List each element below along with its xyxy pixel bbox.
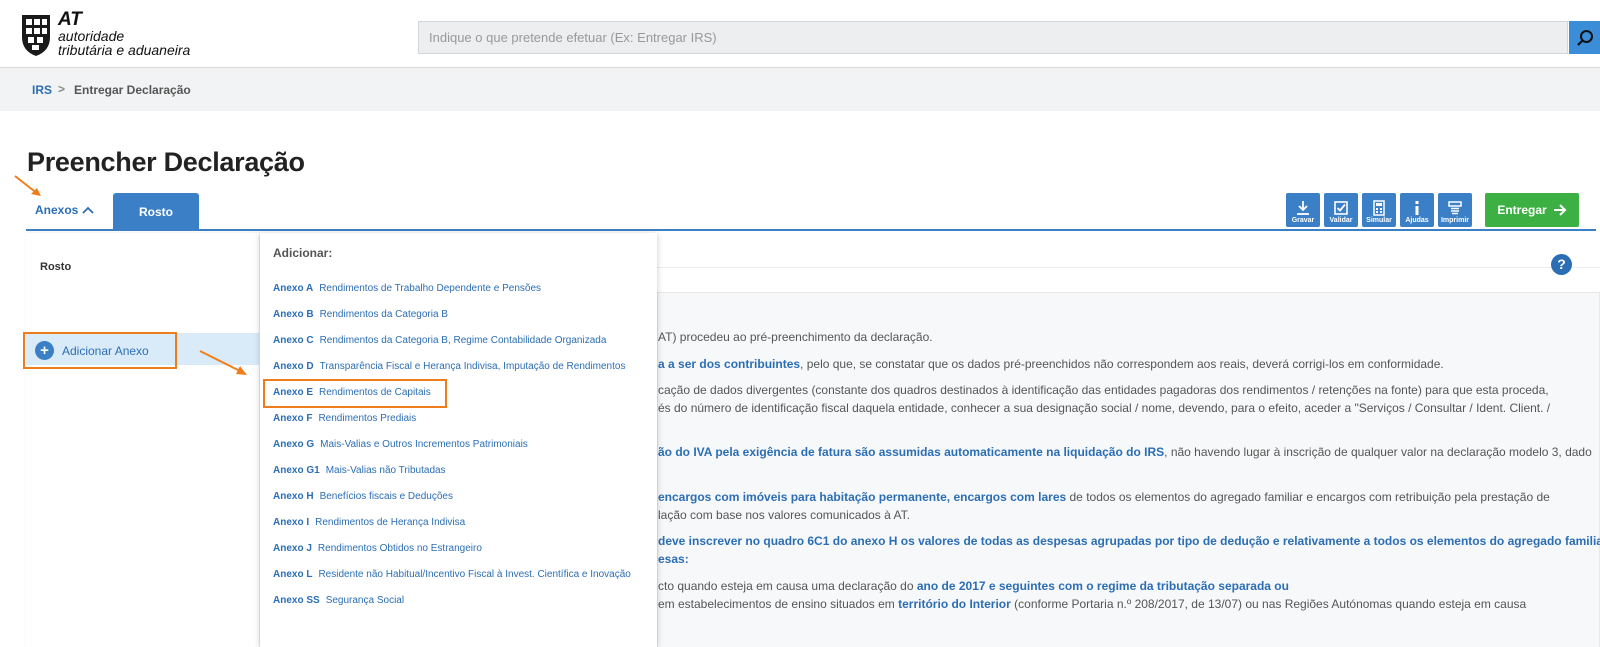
imprimir-label: Imprimir xyxy=(1440,217,1469,224)
simular-label: Simular xyxy=(1366,217,1392,224)
help-button[interactable]: ? xyxy=(1551,254,1572,275)
annex-option-ss[interactable]: Anexo SS Segurança Social xyxy=(273,595,404,606)
anexos-toggle[interactable]: Anexos xyxy=(35,203,94,217)
info-line: esas: xyxy=(658,552,689,566)
chevron-up-icon xyxy=(82,206,94,214)
at-emblem-icon xyxy=(22,15,50,56)
logo-line-3: tributária e aduaneira xyxy=(58,42,191,58)
logo-line-2: autoridade xyxy=(58,28,125,44)
tab-rosto[interactable]: Rosto xyxy=(113,193,199,231)
toolbar: Gravar Validar Simular Ajudas Imprimir xyxy=(1286,193,1472,227)
download-icon xyxy=(1297,201,1309,215)
info-line: ão do IVA pela exigência de fatura são a… xyxy=(658,445,1592,459)
info-line: AT) procedeu ao pré-preenchimento da dec… xyxy=(658,330,933,344)
annex-e-highlight xyxy=(263,379,447,408)
annotation-arrow-icon xyxy=(14,175,41,196)
info-box: AT) procedeu ao pré-preenchimento da dec… xyxy=(657,292,1600,647)
info-line: a a ser dos contribuintes, pelo que, se … xyxy=(658,357,1444,371)
annex-option-g1[interactable]: Anexo G1 Mais-Valias não Tributadas xyxy=(273,465,446,476)
add-annex-dropdown: Adicionar: Anexo A Rendimentos de Trabalh… xyxy=(260,233,657,647)
info-line: encargos com imóveis para habitação perm… xyxy=(658,490,1550,504)
breadcrumb-irs-link[interactable]: IRS xyxy=(32,83,52,97)
breadcrumb: IRS > Entregar Declaração xyxy=(0,69,1600,111)
info-line: cação de dados divergentes (constante do… xyxy=(658,383,1549,397)
simular-button[interactable]: Simular xyxy=(1362,193,1396,227)
add-annex-label: Adicionar Anexo xyxy=(62,343,149,358)
annex-option-b[interactable]: Anexo B Rendimentos da Categoria B xyxy=(273,309,448,320)
arrow-right-icon xyxy=(1553,204,1567,216)
imprimir-button[interactable]: Imprimir xyxy=(1438,193,1472,227)
annex-option-j[interactable]: Anexo J Rendimentos Obtidos no Estrangeir… xyxy=(273,543,482,554)
anexos-label: Anexos xyxy=(35,203,79,217)
info-line: deve inscrever no quadro 6C1 do anexo H … xyxy=(658,534,1600,548)
search-input[interactable]: Indique o que pretende efetuar (Ex: Entr… xyxy=(418,21,1568,54)
info-line: lação com base nos valores comunicados à… xyxy=(658,508,910,522)
annex-option-c[interactable]: Anexo C Rendimentos da Categoria B, Regim… xyxy=(273,335,606,346)
entregar-label: Entregar xyxy=(1497,203,1547,217)
plus-icon: + xyxy=(35,341,54,360)
annex-option-f[interactable]: Anexo F Rendimentos Prediais xyxy=(273,413,416,424)
tab-underline xyxy=(26,229,1596,231)
logo-line-1: AT xyxy=(58,9,82,30)
at-logo[interactable]: AT autoridade tributária e aduaneira xyxy=(18,9,208,61)
search-icon xyxy=(1576,29,1593,46)
calculator-icon xyxy=(1373,200,1385,216)
info-icon xyxy=(1415,201,1419,215)
annex-sidebar: Rosto xyxy=(26,233,259,647)
page-title: Preencher Declaração xyxy=(27,147,305,177)
validar-label: Validar xyxy=(1329,217,1353,224)
annex-option-l[interactable]: Anexo L Residente não Habitual/Incentivo … xyxy=(273,569,631,580)
entregar-button[interactable]: Entregar xyxy=(1485,193,1579,227)
printer-icon xyxy=(1448,201,1462,215)
breadcrumb-separator: > xyxy=(58,82,66,96)
annotation-arrow-icon xyxy=(199,350,247,375)
site-header: AT autoridade tributária e aduaneira Ind… xyxy=(0,0,1600,68)
annex-option-a[interactable]: Anexo A Rendimentos de Trabalho Dependent… xyxy=(273,283,541,294)
ajudas-label: Ajudas xyxy=(1405,217,1429,224)
info-line: cto quando esteja em causa uma declaraçã… xyxy=(658,579,1289,593)
annex-option-i[interactable]: Anexo I Rendimentos de Herança Indivisa xyxy=(273,517,465,528)
gravar-button[interactable]: Gravar xyxy=(1286,193,1320,227)
instructions-panel: AT) procedeu ao pré-preenchimento da dec… xyxy=(657,233,1600,647)
ajudas-button[interactable]: Ajudas xyxy=(1400,193,1434,227)
logo-wordmark: AT autoridade tributária e aduaneira xyxy=(58,9,191,58)
validar-button[interactable]: Validar xyxy=(1324,193,1358,227)
dropdown-title: Adicionar: xyxy=(273,246,333,260)
checkbox-icon xyxy=(1334,201,1348,215)
sidebar-item-rosto[interactable]: Rosto xyxy=(40,261,71,273)
search-button[interactable] xyxy=(1569,21,1600,54)
annex-option-d[interactable]: Anexo D Transparência Fiscal e Herança In… xyxy=(273,361,625,372)
annex-option-h[interactable]: Anexo H Benefícios fiscais e Deduções xyxy=(273,491,453,502)
content-divider xyxy=(657,267,1600,268)
add-annex-button[interactable]: + Adicionar Anexo xyxy=(23,332,177,369)
info-line: em estabelecimentos de ensino situados e… xyxy=(658,597,1527,611)
annex-option-g[interactable]: Anexo G Mais-Valias e Outros Incrementos … xyxy=(273,439,528,450)
breadcrumb-current: Entregar Declaração xyxy=(74,83,191,97)
info-line: és do número de identificação fiscal daq… xyxy=(658,401,1551,415)
gravar-label: Gravar xyxy=(1291,217,1315,224)
